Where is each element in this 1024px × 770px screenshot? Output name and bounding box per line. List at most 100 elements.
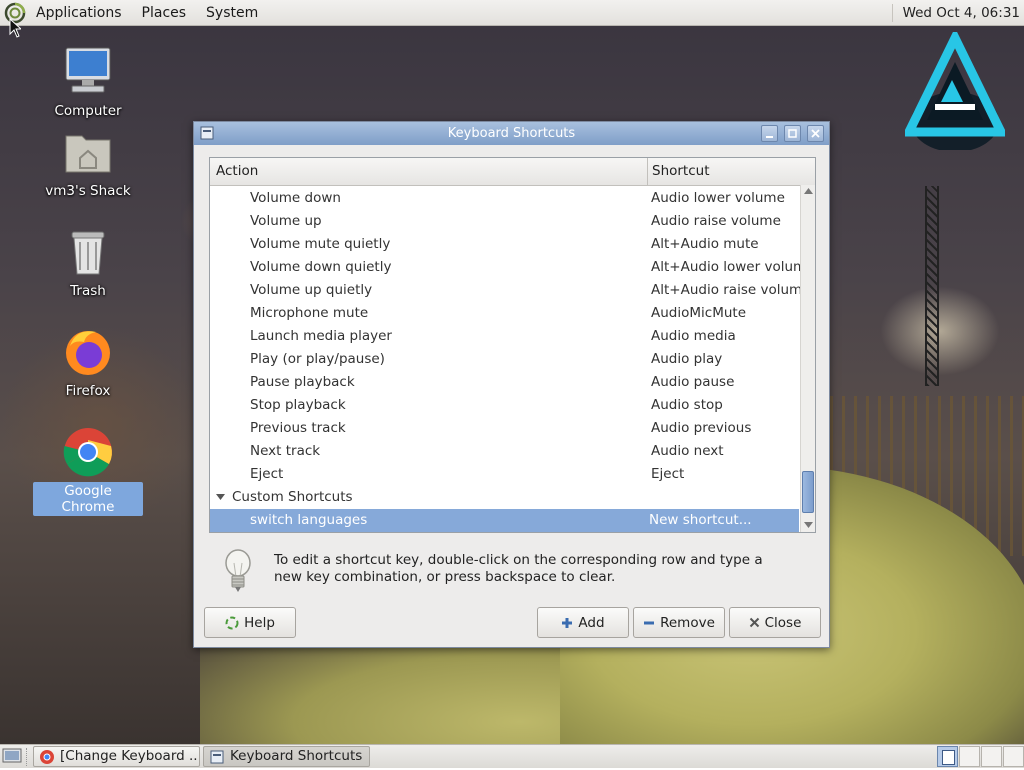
close-button[interactable]: Close	[729, 607, 821, 638]
close-button-label: Close	[764, 614, 802, 631]
action-cell: Volume up	[250, 213, 322, 229]
firefox-icon	[62, 326, 114, 378]
scrollbar-thumb[interactable]	[802, 471, 814, 513]
tree-header: Action Shortcut	[210, 158, 815, 186]
shortcuts-tree[interactable]: Action Shortcut Volume down Audio lower v…	[209, 157, 816, 533]
shortcut-cell: Audio raise volume	[651, 213, 781, 229]
shortcut-cell: Alt+Audio mute	[651, 236, 759, 252]
group-label: Custom Shortcuts	[232, 489, 353, 505]
keyboard-shortcuts-window: Keyboard Shortcuts Action Shortcut Volum…	[193, 121, 830, 648]
desktop-icon-trash[interactable]: Trash	[33, 226, 143, 300]
desktop-icon-computer[interactable]: Computer	[33, 46, 143, 120]
add-icon	[562, 617, 573, 628]
action-cell: Volume mute quietly	[250, 236, 391, 252]
taskbar-task-chrome[interactable]: [Change Keyboard ...	[33, 746, 200, 767]
expander-down-icon[interactable]	[216, 494, 225, 501]
table-row-selected[interactable]: switch languages New shortcut...	[210, 509, 799, 532]
window-titlebar[interactable]: Keyboard Shortcuts	[194, 122, 829, 145]
applications-menu-label: Applications	[36, 4, 122, 21]
action-cell: Launch media player	[250, 328, 392, 344]
table-row[interactable]: Play (or play/pause) Audio play	[210, 348, 799, 371]
vertical-scrollbar[interactable]	[800, 185, 815, 532]
remove-icon	[644, 621, 655, 624]
system-menu[interactable]: System	[196, 0, 268, 26]
action-cell: switch languages	[250, 512, 368, 528]
taskbar-task-keyboard-shortcuts[interactable]: Keyboard Shortcuts	[203, 746, 370, 767]
show-desktop-icon	[2, 748, 22, 763]
chrome-icon	[62, 426, 114, 478]
scroll-down-arrow-icon[interactable]	[804, 522, 813, 528]
table-row[interactable]: Volume mute quietly Alt+Audio mute	[210, 233, 799, 256]
places-menu[interactable]: Places	[132, 0, 197, 26]
group-row-custom-shortcuts[interactable]: Custom Shortcuts	[210, 486, 799, 509]
shortcut-cell: New shortcut...	[649, 512, 752, 528]
shortcut-cell: Audio next	[651, 443, 724, 459]
add-button[interactable]: Add	[537, 607, 629, 638]
remove-button[interactable]: Remove	[633, 607, 725, 638]
desktop-icon-home[interactable]: vm3's Shack	[33, 126, 143, 200]
shortcut-cell: Audio stop	[651, 397, 723, 413]
table-row[interactable]: Next track Audio next	[210, 440, 799, 463]
shortcut-cell: AudioMicMute	[651, 305, 746, 321]
mouse-pointer-icon	[9, 18, 21, 38]
close-icon	[749, 617, 759, 628]
table-row[interactable]: Stop playback Audio stop	[210, 394, 799, 417]
desktop-icon-label: Google Chrome	[33, 482, 143, 516]
shortcut-column-header[interactable]: Shortcut	[652, 158, 710, 185]
workspace-3[interactable]	[981, 746, 1002, 767]
workspace-1[interactable]	[937, 746, 958, 767]
wallpaper-logo	[905, 32, 1005, 150]
shortcut-cell: Audio lower volume	[651, 190, 785, 206]
maximize-button[interactable]	[784, 125, 801, 142]
action-cell: Eject	[250, 466, 284, 482]
taskbar-task-label: [Change Keyboard ...	[60, 748, 200, 764]
clock[interactable]: Wed Oct 4, 06:31	[891, 3, 1024, 22]
show-desktop-button[interactable]	[2, 747, 22, 766]
action-cell: Volume up quietly	[250, 282, 373, 298]
table-row[interactable]: Volume up quietly Alt+Audio raise volume	[210, 279, 810, 302]
scroll-up-arrow-icon[interactable]	[804, 188, 813, 194]
maximize-icon	[788, 129, 797, 138]
table-row[interactable]: Previous track Audio previous	[210, 417, 799, 440]
table-row[interactable]: Launch media player Audio media	[210, 325, 799, 348]
table-row[interactable]: Volume down Audio lower volume	[210, 187, 799, 210]
add-button-label: Add	[578, 614, 605, 631]
table-row[interactable]: Volume up Audio raise volume	[210, 210, 799, 233]
close-window-button[interactable]	[807, 125, 824, 142]
action-cell: Volume down	[250, 190, 341, 206]
desktop-icon-label: vm3's Shack	[45, 183, 131, 199]
shortcut-cell: Audio play	[651, 351, 723, 367]
help-icon	[225, 616, 239, 629]
workspace-2[interactable]	[959, 746, 980, 767]
desktop-icon-label: Computer	[54, 103, 122, 119]
action-cell: Next track	[250, 443, 321, 459]
bottom-panel: [Change Keyboard ... Keyboard Shortcuts	[0, 744, 1024, 768]
action-cell: Play (or play/pause)	[250, 351, 385, 367]
minimize-icon	[766, 136, 773, 138]
shortcut-cell: Audio pause	[651, 374, 735, 390]
home-folder-icon	[62, 126, 114, 178]
action-cell: Microphone mute	[250, 305, 369, 321]
tree-rows: Volume down Audio lower volume Volume up A…	[210, 187, 814, 532]
help-button-label: Help	[244, 614, 275, 631]
table-row[interactable]: Eject Eject	[210, 463, 799, 486]
action-cell: Pause playback	[250, 374, 355, 390]
help-button[interactable]: Help	[204, 607, 296, 638]
remove-button-label: Remove	[660, 614, 715, 631]
shortcut-cell: Alt+Audio lower volume	[651, 259, 815, 275]
chrome-icon	[40, 750, 54, 764]
desktop-icon-chrome[interactable]: Google Chrome	[33, 426, 143, 516]
computer-icon	[62, 46, 114, 98]
table-row[interactable]: Pause playback Audio pause	[210, 371, 799, 394]
minimize-button[interactable]	[761, 125, 778, 142]
action-cell: Volume down quietly	[250, 259, 392, 275]
desktop-icon-firefox[interactable]: Firefox	[33, 326, 143, 400]
action-column-header[interactable]: Action	[216, 158, 258, 185]
keyboard-shortcuts-icon	[200, 126, 214, 140]
table-row[interactable]: Microphone mute AudioMicMute	[210, 302, 799, 325]
window-title: Keyboard Shortcuts	[447, 126, 576, 141]
table-row[interactable]: Volume down quietly Alt+Audio lower volum…	[210, 256, 814, 279]
taskbar-task-label: Keyboard Shortcuts	[230, 748, 363, 764]
desktop-icon-label: Firefox	[65, 383, 111, 399]
workspace-4[interactable]	[1003, 746, 1024, 767]
